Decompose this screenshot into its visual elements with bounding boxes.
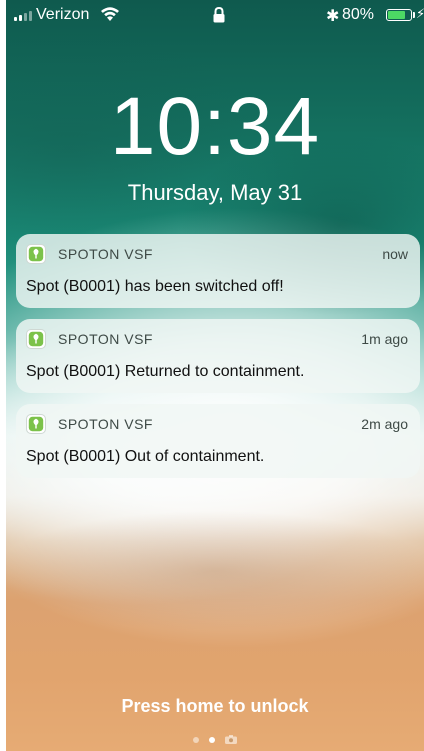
wifi-icon [101,7,119,21]
page-dot [193,736,199,743]
charging-icon: ⚡ [416,6,424,21]
lock-screen-time: 10:34 [109,81,321,172]
notification-card[interactable]: SPOTON VSF 1m ago Spot (B0001) Returned … [16,319,420,393]
battery-cap [413,12,415,18]
status-bar: Verizon ✱ 80% ⚡ [6,0,424,30]
battery-icon [386,9,412,21]
notification-message: Spot (B0001) Returned to containment. [26,363,305,380]
spoton-app-icon [26,244,46,264]
notification-app-name: SPOTON VSF [58,416,153,432]
notification-time: 1m ago [361,331,408,347]
notification-card[interactable]: SPOTON VSF now Spot (B0001) has been swi… [16,234,420,308]
notification-message: Spot (B0001) Out of containment. [26,448,265,465]
page-indicator[interactable] [6,735,424,744]
page-dot-active [209,736,215,743]
bluetooth-icon: ✱ [326,8,340,25]
notification-app-name: SPOTON VSF [58,246,153,262]
notification-app-name: SPOTON VSF [58,331,153,347]
spoton-app-icon [26,329,46,349]
unlock-hint: Press home to unlock [121,696,309,716]
cellular-signal-icon [14,11,32,21]
camera-icon [225,735,237,744]
battery-percent: 80% [342,6,375,23]
notification-card[interactable]: SPOTON VSF 2m ago Spot (B0001) Out of co… [16,404,420,478]
lock-screen: Verizon ✱ 80% ⚡ 10:34 Thursday, May 31 S… [6,0,424,751]
notification-time: now [382,246,408,262]
battery-fill [388,11,405,19]
lock-icon [213,7,225,23]
notification-message: Spot (B0001) has been switched off! [26,278,284,295]
lock-screen-date: Thursday, May 31 [127,180,303,205]
spoton-app-icon [26,414,46,434]
carrier-label: Verizon [36,6,90,23]
notification-time: 2m ago [361,416,408,432]
